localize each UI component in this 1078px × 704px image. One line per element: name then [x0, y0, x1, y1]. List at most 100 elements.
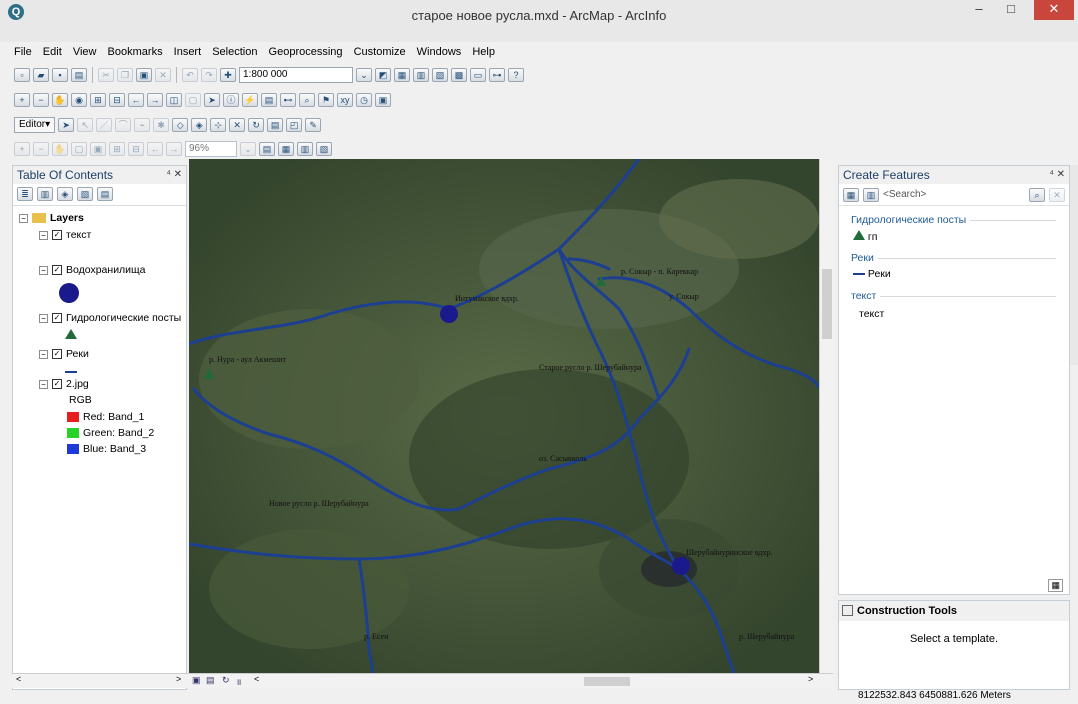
layout-zoom-input[interactable]: 96%: [185, 141, 237, 157]
identify-icon[interactable]: ⓘ: [223, 93, 239, 107]
open-folder-icon[interactable]: ▰: [33, 68, 49, 82]
rotate-icon[interactable]: ↻: [248, 118, 265, 132]
edit-tool-icon[interactable]: ➤: [58, 118, 75, 132]
refresh-icon[interactable]: ↻: [222, 675, 230, 686]
map-canvas[interactable]: р. Сокыр - п. Кареккар у. Сокыр Интумакс…: [189, 159, 819, 673]
search-icon[interactable]: ⌕: [1029, 187, 1045, 202]
layout-view-icon[interactable]: ▤: [206, 675, 215, 686]
toggle-draft-mode-icon[interactable]: ▤: [259, 142, 275, 156]
menu-help[interactable]: Help: [472, 46, 495, 58]
data-driven-pages-icon[interactable]: ▧: [316, 142, 332, 156]
edit-vertices-icon[interactable]: ◇: [172, 118, 189, 132]
time-slider-icon[interactable]: ◷: [356, 93, 372, 107]
fixed-zoom-in-icon[interactable]: ⊞: [90, 93, 106, 107]
collapse-icon[interactable]: −: [39, 349, 48, 359]
editor-toolbar-icon[interactable]: ◩: [375, 68, 391, 82]
layer-visibility-checkbox[interactable]: ✓: [52, 265, 62, 276]
collapse-icon[interactable]: −: [39, 379, 48, 389]
reservoir-marker[interactable]: [440, 305, 458, 323]
collapse-icon[interactable]: −: [39, 230, 48, 240]
cut-icon[interactable]: ✂: [98, 68, 114, 82]
reshape-icon[interactable]: ◈: [191, 118, 208, 132]
arctoolbox-icon[interactable]: ▩: [451, 68, 467, 82]
toc-pin-close[interactable]: ⁴ ✕: [167, 166, 182, 184]
copy-icon[interactable]: ❐: [117, 68, 133, 82]
trace-icon[interactable]: ⌁: [134, 118, 151, 132]
maximize-button[interactable]: □: [996, 0, 1026, 20]
toc-layer-gauging-stations[interactable]: − ✓ Гидрологические посты: [39, 312, 181, 324]
close-button[interactable]: ✕: [1034, 0, 1074, 20]
layer-visibility-checkbox[interactable]: ✓: [52, 230, 62, 241]
layout-zoom-out-icon[interactable]: −: [33, 142, 49, 156]
layout-zoom-in-icon[interactable]: +: [14, 142, 30, 156]
template-search-input[interactable]: <Search>: [883, 189, 1025, 200]
map-vertical-scrollbar[interactable]: [819, 159, 833, 673]
select-elements-icon[interactable]: ➤: [204, 93, 220, 107]
cut-polygons-icon[interactable]: ⊹: [210, 118, 227, 132]
reservoir-marker[interactable]: [672, 557, 690, 575]
previous-extent-layout-icon[interactable]: ←: [147, 142, 163, 156]
menu-edit[interactable]: Edit: [43, 46, 62, 58]
menu-bookmarks[interactable]: Bookmarks: [108, 46, 163, 58]
zoom-in-icon[interactable]: +: [14, 93, 30, 107]
edit-annotation-icon[interactable]: ↖: [77, 118, 94, 132]
zoom-100-icon[interactable]: ▣: [90, 142, 106, 156]
python-window-icon[interactable]: ▭: [470, 68, 486, 82]
pause-drawing-icon[interactable]: ॥: [236, 675, 241, 688]
menu-view[interactable]: View: [73, 46, 97, 58]
editor-menu-button[interactable]: Editor▾: [14, 117, 56, 133]
clear-search-icon[interactable]: ✕: [1049, 187, 1065, 202]
select-features-icon[interactable]: ◫: [166, 93, 182, 107]
menu-customize[interactable]: Customize: [354, 46, 406, 58]
toc-layer-reservoirs[interactable]: − ✓ Водохранилища: [39, 264, 146, 276]
zoom-whole-page-icon[interactable]: ▢: [71, 142, 87, 156]
template-stations[interactable]: гп: [853, 230, 877, 243]
delete-icon[interactable]: ✕: [155, 68, 171, 82]
add-data-icon[interactable]: ✚: [220, 68, 236, 82]
print-icon[interactable]: ▤: [71, 68, 87, 82]
measure-icon[interactable]: ⊷: [280, 93, 296, 107]
data-view-icon[interactable]: ▣: [192, 675, 201, 686]
layer-visibility-checkbox[interactable]: ✓: [52, 349, 62, 360]
new-document-icon[interactable]: ▫: [14, 68, 30, 82]
pan-icon[interactable]: ✋: [52, 93, 68, 107]
redo-icon[interactable]: ↷: [201, 68, 217, 82]
menu-file[interactable]: File: [14, 46, 32, 58]
save-icon[interactable]: ▪: [52, 68, 68, 82]
menu-insert[interactable]: Insert: [174, 46, 202, 58]
collapse-icon[interactable]: −: [39, 265, 48, 275]
search-window-icon[interactable]: ▧: [432, 68, 448, 82]
forward-extent-icon[interactable]: →: [147, 93, 163, 107]
find-route-icon[interactable]: ⚑: [318, 93, 334, 107]
layer-visibility-checkbox[interactable]: ✓: [52, 379, 62, 390]
create-features-pin-close[interactable]: ⁴ ✕: [1050, 166, 1065, 184]
template-text[interactable]: текст: [859, 308, 884, 320]
toc-layer-raster[interactable]: − ✓ 2.jpg: [39, 378, 89, 390]
back-extent-icon[interactable]: ←: [128, 93, 144, 107]
scroll-right-icon[interactable]: >: [808, 674, 813, 684]
list-by-visibility-icon[interactable]: ◈: [57, 187, 73, 201]
docked-window-tabs[interactable]: [1070, 165, 1078, 365]
fixed-zoom-in-layout-icon[interactable]: ⊞: [109, 142, 125, 156]
fixed-zoom-out-icon[interactable]: ⊟: [109, 93, 125, 107]
template-rivers[interactable]: Реки: [853, 268, 891, 280]
list-by-source-icon[interactable]: ▥: [37, 187, 53, 201]
paste-icon[interactable]: ▣: [136, 68, 152, 82]
hyperlink-icon[interactable]: ⚡: [242, 93, 258, 107]
whats-this-icon[interactable]: ?: [508, 68, 524, 82]
clear-selection-icon[interactable]: ▢: [185, 93, 201, 107]
map-scale-input[interactable]: 1:800 000: [239, 67, 353, 83]
scale-dropdown-icon[interactable]: ⌄: [356, 68, 372, 82]
toc-options-icon[interactable]: ▤: [97, 187, 113, 201]
change-layout-icon[interactable]: ▥: [297, 142, 313, 156]
layout-pan-icon[interactable]: ✋: [52, 142, 68, 156]
attributes-icon[interactable]: ▤: [267, 118, 284, 132]
layout-zoom-dropdown-icon[interactable]: ⌄: [240, 142, 256, 156]
panel-options-icon[interactable]: ▦: [1048, 579, 1063, 592]
collapse-icon[interactable]: −: [19, 213, 28, 223]
catalog-icon[interactable]: ▥: [413, 68, 429, 82]
end-point-arc-icon[interactable]: ⌒: [115, 118, 132, 132]
list-by-drawing-order-icon[interactable]: ≣: [17, 187, 33, 201]
map-view[interactable]: р. Сокыр - п. Кареккар у. Сокыр Интумакс…: [189, 159, 819, 673]
scroll-left-icon[interactable]: <: [254, 674, 259, 684]
